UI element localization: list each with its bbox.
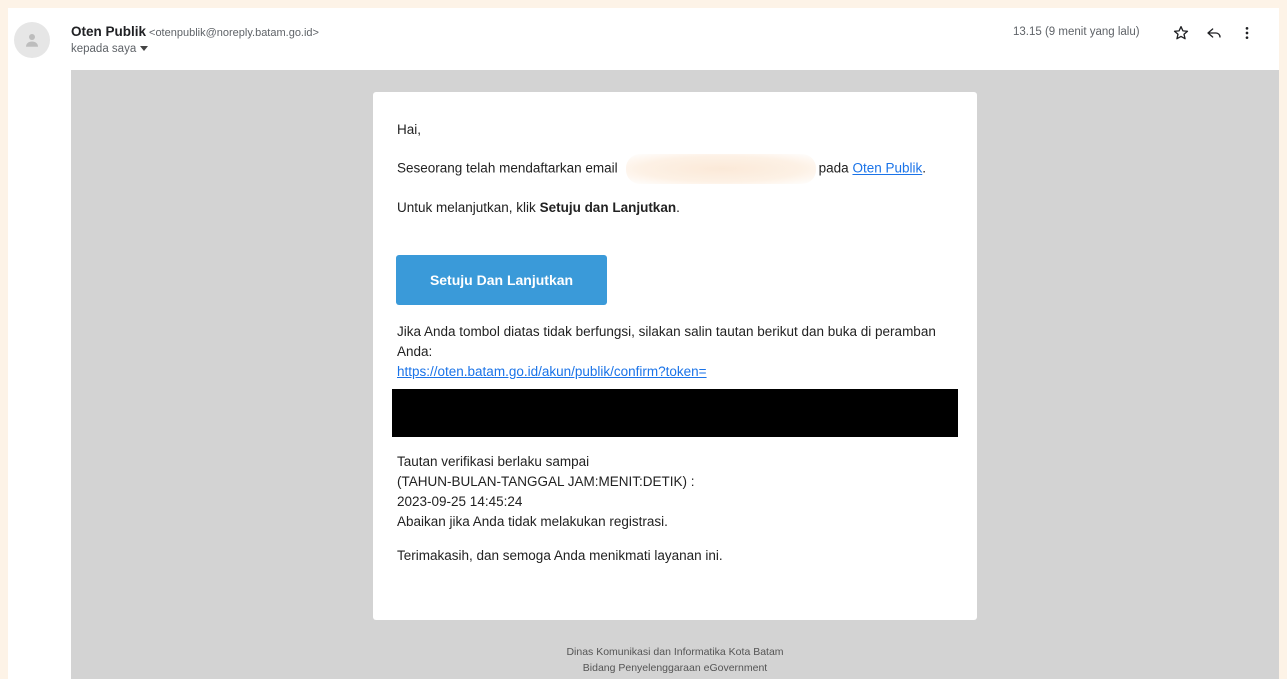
continue-prefix: Untuk melanjutkan, klik xyxy=(397,200,540,215)
page-border-right xyxy=(1279,0,1287,679)
more-vert-icon xyxy=(1245,27,1249,39)
message-timestamp: 13.15 (9 menit yang lalu) xyxy=(1013,26,1140,38)
redacted-email xyxy=(625,154,816,184)
star-icon xyxy=(1173,26,1189,40)
chevron-down-icon xyxy=(140,46,149,51)
sender-email: <otenpublik@noreply.batam.go.id> xyxy=(149,27,319,39)
registered-prefix: Seseorang telah mendaftarkan email xyxy=(397,160,618,176)
star-button[interactable] xyxy=(1170,22,1192,44)
email-footer: Dinas Komunikasi dan Informatika Kota Ba… xyxy=(71,644,1279,676)
email-card-content: Hai, Seseorang telah mendaftarkan email p… xyxy=(397,120,953,218)
fallback-section: Jika Anda tombol diatas tidak berfungsi,… xyxy=(397,322,953,382)
greeting: Hai, xyxy=(397,122,422,137)
valid-until-label: Tautan verifikasi berlaku sampai xyxy=(397,454,590,469)
email-card: Hai, Seseorang telah mendaftarkan email p… xyxy=(373,92,977,620)
registered-paragraph: Seseorang telah mendaftarkan email pada O… xyxy=(397,154,953,184)
sender-line: Oten Publik <otenpublik@noreply.batam.go.… xyxy=(71,24,319,39)
person-icon xyxy=(26,34,38,47)
continue-bold: Setuju dan Lanjutkan xyxy=(539,200,677,215)
valid-format: (TAHUN-BULAN-TANGGAL JAM:MENIT:DETIK) : xyxy=(397,474,695,489)
recipient-dropdown[interactable]: kepada saya xyxy=(71,43,149,55)
more-options-button[interactable] xyxy=(1236,22,1258,44)
sender-avatar[interactable] xyxy=(14,22,50,58)
validity-section: Tautan verifikasi berlaku sampai (TAHUN-… xyxy=(397,452,953,566)
agree-continue-button[interactable]: Setuju Dan Lanjutkan xyxy=(396,255,607,305)
page-border-top xyxy=(0,0,1287,8)
registered-suffix: . xyxy=(922,160,927,176)
recipient-label: kepada saya xyxy=(71,43,137,55)
continue-instruction: Untuk melanjutkan, klik Setuju dan Lanju… xyxy=(397,198,953,218)
confirm-link[interactable]: https://oten.batam.go.id/akun/publik/con… xyxy=(397,364,707,379)
sender-name[interactable]: Oten Publik xyxy=(71,24,146,39)
reply-icon xyxy=(1207,28,1221,38)
footer-line-1: Dinas Komunikasi dan Informatika Kota Ba… xyxy=(566,646,784,658)
footer-line-2: Bidang Penyelenggaraan eGovernment xyxy=(582,662,768,674)
continue-suffix: . xyxy=(676,200,680,215)
valid-datetime: 2023-09-25 14:45:24 xyxy=(397,494,523,509)
registered-on: pada xyxy=(818,160,849,176)
ignore-text: Abaikan jika Anda tidak melakukan regist… xyxy=(397,514,668,529)
oten-publik-link[interactable]: Oten Publik xyxy=(852,161,922,176)
page-border-left xyxy=(0,0,8,679)
email-view: Oten Publik <otenpublik@noreply.batam.go.… xyxy=(0,0,1287,679)
fallback-text: Jika Anda tombol diatas tidak berfungsi,… xyxy=(397,324,936,359)
thanks-text: Terimakasih, dan semoga Anda menikmati l… xyxy=(397,548,723,563)
redacted-token xyxy=(392,389,958,437)
reply-button[interactable] xyxy=(1203,22,1225,44)
